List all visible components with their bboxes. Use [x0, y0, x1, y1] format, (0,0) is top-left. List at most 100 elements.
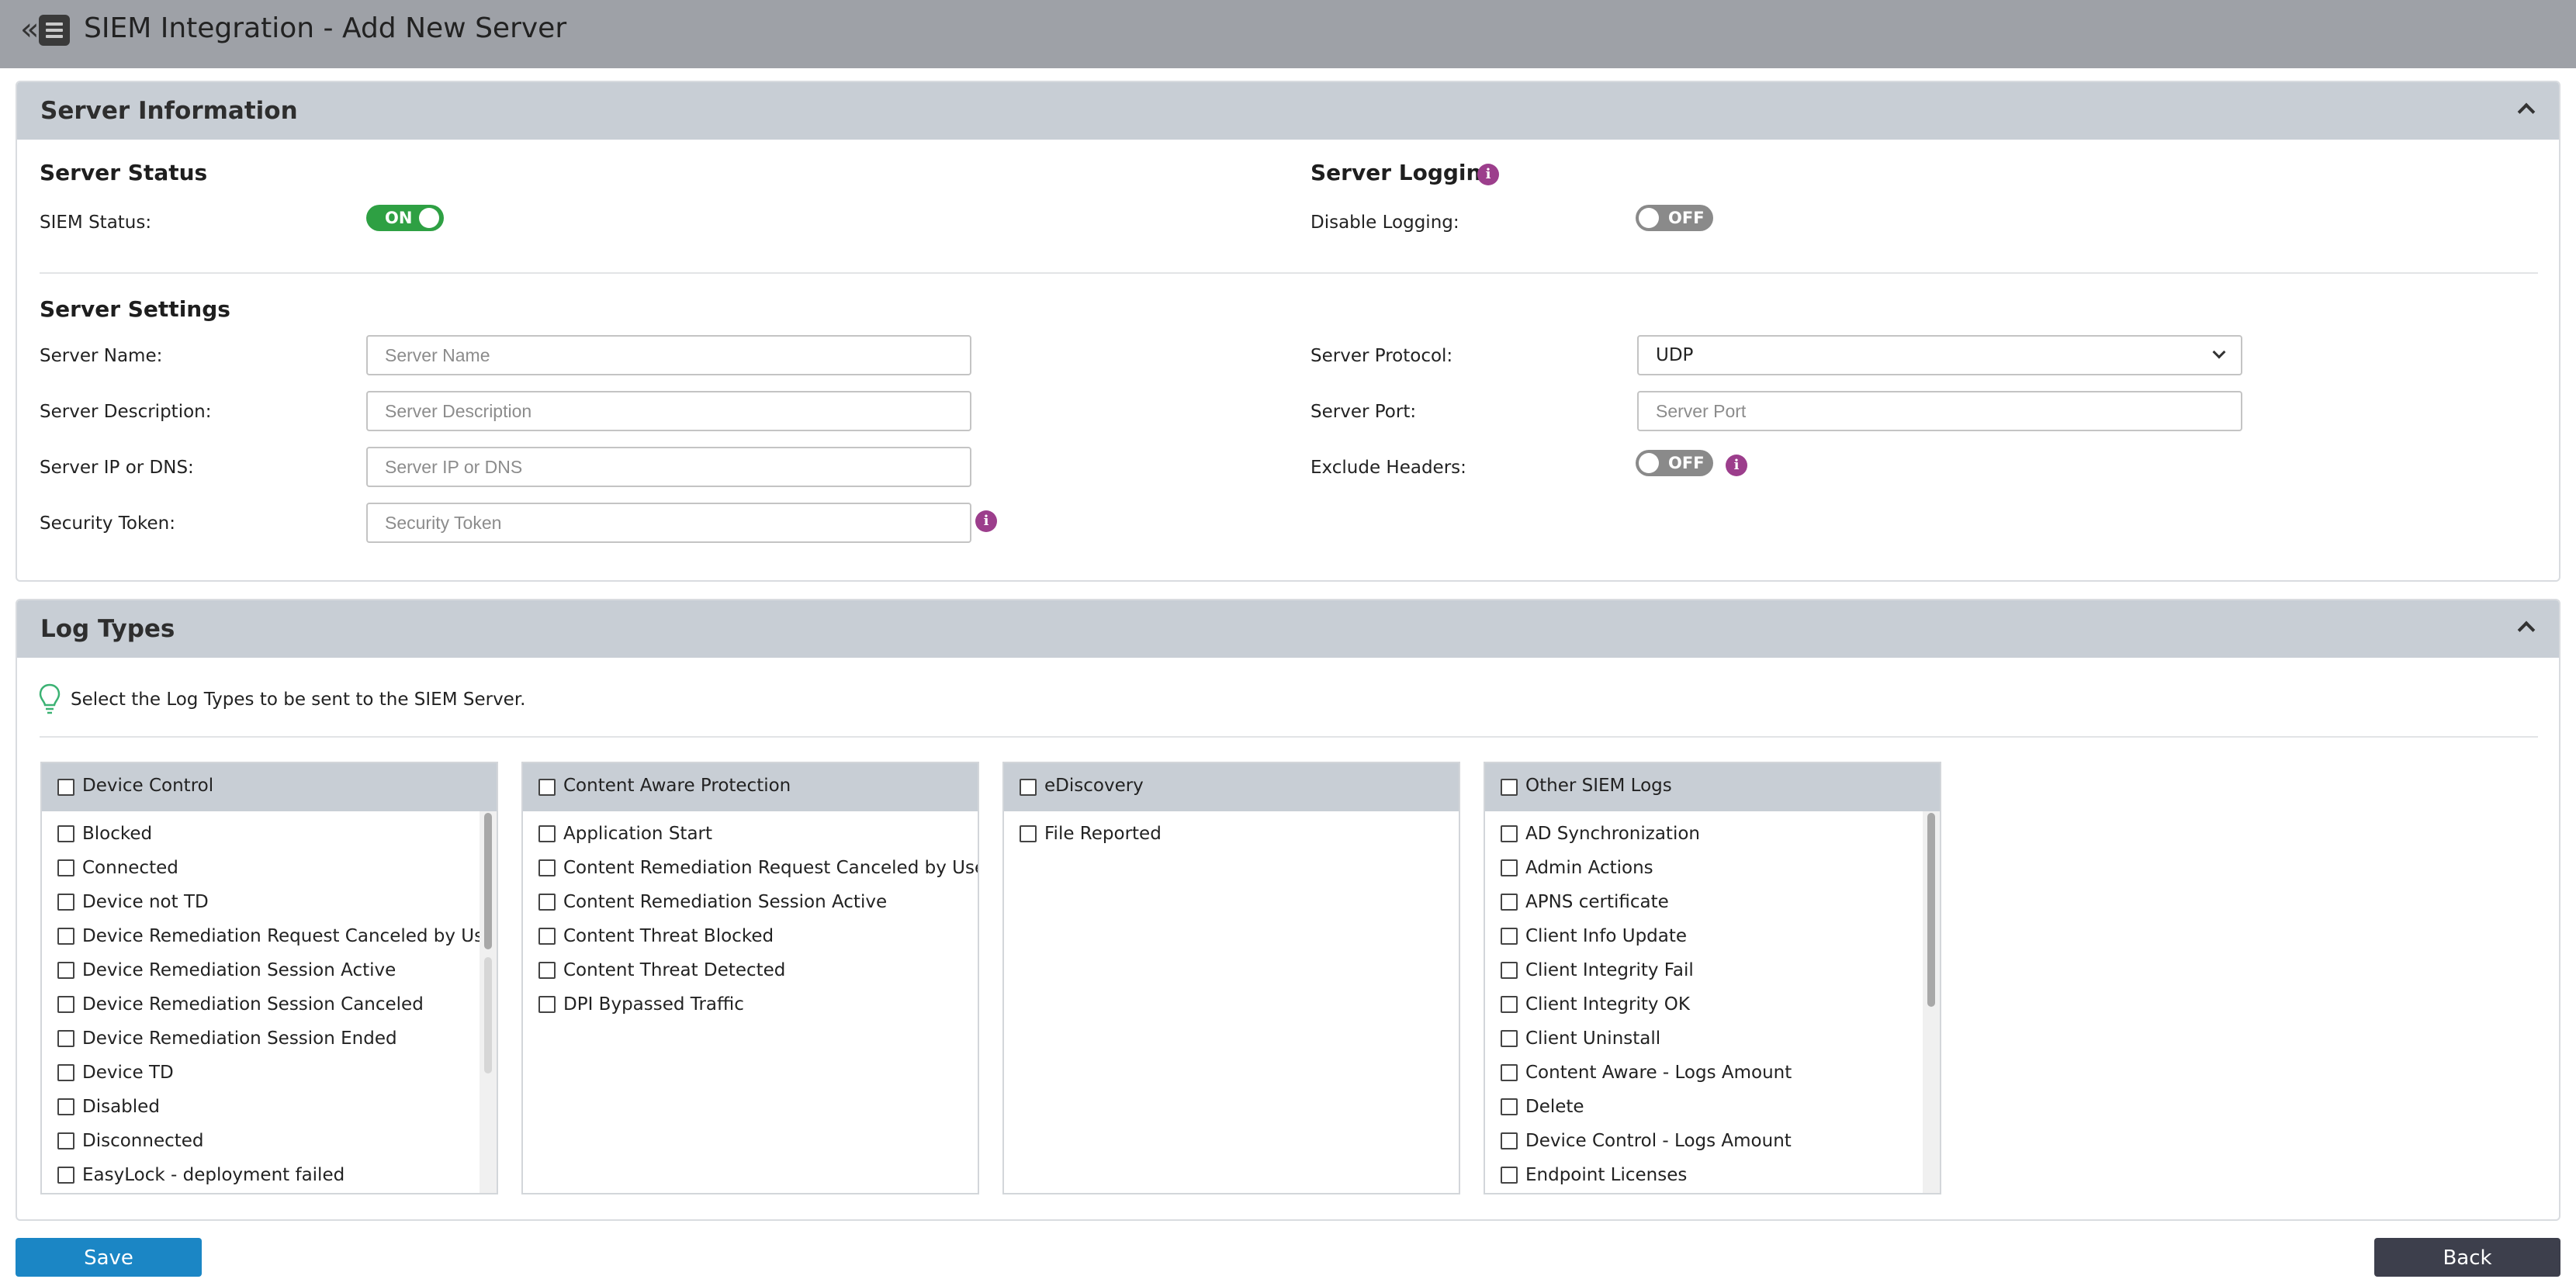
list-item[interactable]: EasyLock - deployment failed	[57, 1163, 345, 1187]
list-item[interactable]: AD Synchronization	[1501, 822, 1700, 845]
server-ip-label: Server IP or DNS:	[40, 458, 194, 478]
server-description-input[interactable]	[366, 391, 971, 431]
list-item[interactable]: Content Threat Detected	[538, 959, 785, 982]
item-label: Admin Actions	[1525, 858, 1653, 878]
group-checkbox[interactable]	[538, 779, 556, 796]
list-item[interactable]: Blocked	[57, 822, 152, 845]
item-checkbox[interactable]	[1501, 825, 1518, 842]
item-checkbox[interactable]	[57, 859, 74, 876]
exclude-headers-toggle[interactable]: OFF	[1636, 450, 1713, 476]
list-item[interactable]: File Reported	[1020, 822, 1162, 845]
list-item[interactable]: Client Integrity OK	[1501, 993, 1690, 1016]
list-item[interactable]: Connected	[57, 856, 178, 880]
item-label: Application Start	[563, 824, 713, 844]
scrollbar[interactable]	[1923, 811, 1940, 1193]
server-ip-input[interactable]	[366, 447, 971, 487]
scrollbar-thumb[interactable]	[1927, 813, 1935, 1007]
scrollbar-thumb[interactable]	[484, 813, 492, 949]
scrollbar[interactable]	[480, 811, 497, 1193]
item-checkbox[interactable]	[57, 1167, 74, 1184]
list-item[interactable]: Content Aware - Logs Amount	[1501, 1061, 1792, 1084]
item-checkbox[interactable]	[57, 962, 74, 979]
collapse-sidebar-icon[interactable]: «	[20, 14, 39, 45]
log-group-device-control: Device Control Blocked Connected Device …	[40, 762, 498, 1194]
list-item[interactable]: Client Info Update	[1501, 925, 1687, 948]
list-item[interactable]: Device Remediation Session Active	[57, 959, 396, 982]
item-checkbox[interactable]	[57, 825, 74, 842]
item-checkbox[interactable]	[57, 1098, 74, 1115]
group-checkbox[interactable]	[57, 779, 74, 796]
list-item[interactable]: Application Start	[538, 822, 712, 845]
item-checkbox[interactable]	[538, 825, 556, 842]
log-types-header[interactable]: Log Types	[17, 600, 2559, 658]
list-item[interactable]: Content Remediation Session Active	[538, 890, 887, 914]
chevron-up-icon[interactable]	[2517, 102, 2536, 121]
server-name-label: Server Name:	[40, 346, 163, 366]
server-information-header[interactable]: Server Information	[17, 82, 2559, 140]
server-description-label: Server Description:	[40, 402, 212, 422]
list-item[interactable]: DPI Bypassed Traffic	[538, 993, 744, 1016]
list-item[interactable]: Content Remediation Request Canceled by …	[538, 856, 978, 880]
server-logging-info-icon[interactable]: i	[1477, 164, 1499, 185]
chevron-up-icon[interactable]	[2517, 621, 2536, 639]
list-item[interactable]: Client Uninstall	[1501, 1027, 1660, 1050]
list-item[interactable]: Device TD	[57, 1061, 174, 1084]
item-checkbox[interactable]	[538, 962, 556, 979]
item-checkbox[interactable]	[1501, 1167, 1518, 1184]
item-checkbox[interactable]	[538, 928, 556, 945]
item-checkbox[interactable]	[1501, 859, 1518, 876]
item-checkbox[interactable]	[57, 894, 74, 911]
exclude-headers-info-icon[interactable]: i	[1726, 455, 1747, 476]
item-checkbox[interactable]	[57, 928, 74, 945]
back-button[interactable]: Back	[2374, 1238, 2560, 1277]
list-item[interactable]: Device Remediation Request Canceled by U…	[57, 925, 498, 948]
list-item[interactable]: Device Remediation Session Ended	[57, 1027, 397, 1050]
list-item[interactable]: Device Control - Logs Amount	[1501, 1129, 1792, 1153]
item-checkbox[interactable]	[1501, 1064, 1518, 1081]
item-checkbox[interactable]	[1501, 928, 1518, 945]
log-group-title: eDiscovery	[1044, 776, 1144, 796]
item-checkbox[interactable]	[57, 996, 74, 1013]
item-checkbox[interactable]	[57, 1132, 74, 1149]
list-item[interactable]: Disconnected	[57, 1129, 204, 1153]
server-protocol-select[interactable]: UDP	[1637, 335, 2242, 375]
toggle-knob	[1639, 208, 1659, 228]
log-group-other-siem-logs: Other SIEM Logs AD Synchronization Admin…	[1484, 762, 1941, 1194]
menu-icon[interactable]	[39, 15, 70, 46]
item-checkbox[interactable]	[57, 1064, 74, 1081]
list-item[interactable]: Client Integrity Fail	[1501, 959, 1694, 982]
list-item[interactable]: Device not TD	[57, 890, 209, 914]
group-checkbox[interactable]	[1020, 779, 1037, 796]
log-group-header: Content Aware Protection	[523, 763, 978, 811]
list-item[interactable]: Endpoint Licenses	[1501, 1163, 1687, 1187]
security-token-input[interactable]	[366, 503, 971, 543]
item-checkbox[interactable]	[1501, 894, 1518, 911]
item-checkbox[interactable]	[1501, 1098, 1518, 1115]
item-checkbox[interactable]	[1020, 825, 1037, 842]
exclude-headers-toggle-text: OFF	[1668, 454, 1705, 472]
item-checkbox[interactable]	[538, 894, 556, 911]
list-item[interactable]: Disabled	[57, 1095, 160, 1118]
item-checkbox[interactable]	[1501, 996, 1518, 1013]
item-label: Content Threat Detected	[563, 960, 786, 980]
list-item[interactable]: APNS certificate	[1501, 890, 1669, 914]
save-button[interactable]: Save	[16, 1238, 202, 1277]
list-item[interactable]: Content Threat Blocked	[538, 925, 774, 948]
item-checkbox[interactable]	[538, 996, 556, 1013]
item-label: Device Remediation Request Canceled by U…	[82, 926, 498, 946]
server-name-input[interactable]	[366, 335, 971, 375]
siem-status-toggle[interactable]: ON	[366, 205, 444, 231]
item-checkbox[interactable]	[57, 1030, 74, 1047]
list-item[interactable]: Delete	[1501, 1095, 1584, 1118]
security-token-info-icon[interactable]: i	[975, 510, 997, 532]
disable-logging-toggle[interactable]: OFF	[1636, 205, 1713, 231]
list-item[interactable]: Admin Actions	[1501, 856, 1653, 880]
item-checkbox[interactable]	[538, 859, 556, 876]
list-item[interactable]: Device Remediation Session Canceled	[57, 993, 424, 1016]
item-checkbox[interactable]	[1501, 1030, 1518, 1047]
item-checkbox[interactable]	[1501, 962, 1518, 979]
item-checkbox[interactable]	[1501, 1132, 1518, 1149]
group-checkbox[interactable]	[1501, 779, 1518, 796]
log-group-title: Device Control	[82, 776, 214, 796]
server-port-input[interactable]	[1637, 391, 2242, 431]
